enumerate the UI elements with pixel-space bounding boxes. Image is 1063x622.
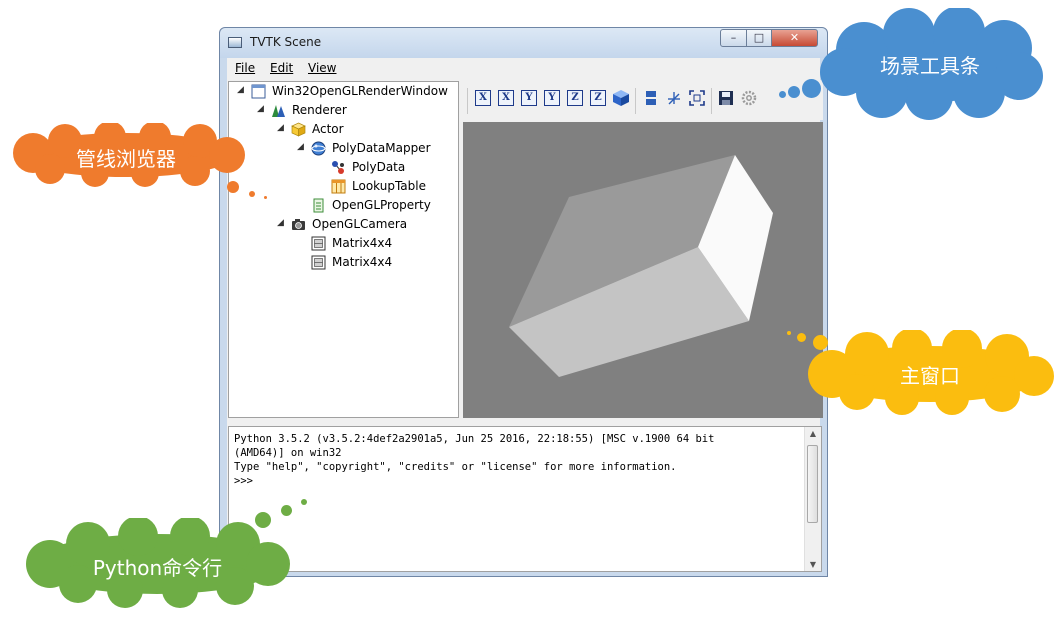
callout-dot <box>281 505 292 516</box>
client-area: ◢ Win32OpenGLRenderWindow ◢ Renderer ◢ A… <box>227 80 823 572</box>
tree-label: PolyDataMapper <box>332 141 431 155</box>
python-console[interactable]: Python 3.5.2 (v3.5.2:4def2a2901a5, Jun 2… <box>228 426 822 572</box>
property-icon <box>313 198 324 213</box>
tree-label: Win32OpenGLRenderWindow <box>272 84 448 98</box>
expanded-arrow-icon[interactable]: ◢ <box>277 123 287 133</box>
menu-view[interactable]: View <box>308 61 336 75</box>
tree-label: OpenGLCamera <box>312 217 408 231</box>
view-plus-z-button[interactable]: Z <box>567 90 583 106</box>
minimize-button[interactable]: – <box>720 29 747 47</box>
menu-bar: File Edit View <box>227 58 820 80</box>
callout-dot <box>813 335 828 350</box>
window-title: TVTK Scene <box>250 35 322 49</box>
polydata-icon <box>332 161 344 174</box>
menu-edit[interactable]: Edit <box>270 61 293 75</box>
callout-dot <box>788 86 800 98</box>
tree-label: Actor <box>312 122 344 136</box>
callout-pipeline: 管线浏览器 <box>5 121 247 187</box>
toolbar-separator <box>635 88 636 114</box>
matrix-icon <box>311 255 326 270</box>
callout-toolbar: 场景工具条 <box>814 6 1046 120</box>
tree-label: LookupTable <box>352 179 426 193</box>
expanded-arrow-icon[interactable]: ◢ <box>297 142 307 152</box>
callout-dot <box>797 333 806 342</box>
matrix-icon <box>311 236 326 251</box>
callout-dot <box>787 331 791 335</box>
pipeline-browser[interactable]: ◢ Win32OpenGLRenderWindow ◢ Renderer ◢ A… <box>228 81 459 418</box>
view-minus-y-button[interactable]: Y <box>544 90 560 106</box>
settings-icon[interactable] <box>741 90 757 106</box>
console-prompt: >>> <box>234 475 253 487</box>
title-bar[interactable]: TVTK Scene – □ ✕ <box>220 28 827 58</box>
parallel-projection-icon[interactable] <box>643 90 659 106</box>
callout-dot <box>301 499 307 505</box>
tree-label: OpenGLProperty <box>332 198 431 212</box>
camera-icon <box>292 219 305 230</box>
view-plus-y-button[interactable]: Y <box>521 90 537 106</box>
callout-dot <box>249 191 255 197</box>
console-line: Type "help", "copyright", "credits" or "… <box>234 461 677 473</box>
callout-text: 管线浏览器 <box>76 147 176 171</box>
console-line: Python 3.5.2 (v3.5.2:4def2a2901a5, Jun 2… <box>234 433 715 445</box>
scroll-up-arrow-icon[interactable]: ▲ <box>805 429 821 438</box>
view-minus-z-button[interactable]: Z <box>590 90 606 106</box>
cube-icon <box>291 122 306 137</box>
console-line: (AMD64)] on win32 <box>234 447 342 459</box>
mapper-icon <box>311 141 326 156</box>
renderer-icon <box>272 105 285 117</box>
app-icon <box>228 37 242 48</box>
scene-toolbar: X X Y Y Z Z <box>463 80 823 120</box>
window-icon <box>251 84 266 99</box>
callout-text: 场景工具条 <box>880 54 980 78</box>
expanded-arrow-icon[interactable]: ◢ <box>257 104 267 114</box>
tree-label: Renderer <box>292 103 347 117</box>
axes-icon[interactable] <box>666 90 682 106</box>
callout-text: 主窗口 <box>900 364 960 388</box>
table-icon <box>331 179 346 194</box>
callout-dot <box>779 91 786 98</box>
box-3d-render <box>509 155 773 377</box>
toolbar-separator <box>711 88 712 114</box>
close-button[interactable]: ✕ <box>771 29 818 47</box>
callout-dot <box>802 79 821 98</box>
save-icon[interactable] <box>718 90 734 106</box>
expanded-arrow-icon[interactable]: ◢ <box>277 218 287 228</box>
isometric-icon[interactable] <box>612 89 630 107</box>
callout-dot <box>264 196 267 199</box>
console-scrollbar[interactable]: ▲ ▼ <box>804 427 821 571</box>
main-render-window[interactable] <box>463 122 823 418</box>
menu-file[interactable]: File <box>235 61 255 75</box>
tree-label: Matrix4x4 <box>332 255 393 269</box>
tree-label: PolyData <box>352 160 406 174</box>
callout-dot <box>255 512 271 528</box>
callout-dot <box>227 181 239 193</box>
toolbar-grip <box>467 88 468 114</box>
fullscreen-icon[interactable] <box>689 90 705 106</box>
scroll-down-arrow-icon[interactable]: ▼ <box>805 560 821 569</box>
maximize-button[interactable]: □ <box>746 29 772 47</box>
tree-label: Matrix4x4 <box>332 236 393 250</box>
tvtk-scene-window: TVTK Scene – □ ✕ File Edit View ◢ Win32O… <box>219 27 828 577</box>
callout-text: Python命令行 <box>92 556 223 580</box>
scroll-thumb[interactable] <box>807 445 818 523</box>
callout-main-window: 主窗口 <box>802 328 1058 416</box>
expanded-arrow-icon[interactable]: ◢ <box>237 85 247 95</box>
view-minus-x-button[interactable]: X <box>498 90 514 106</box>
view-plus-x-button[interactable]: X <box>475 90 491 106</box>
callout-python: Python命令行 <box>20 516 295 610</box>
